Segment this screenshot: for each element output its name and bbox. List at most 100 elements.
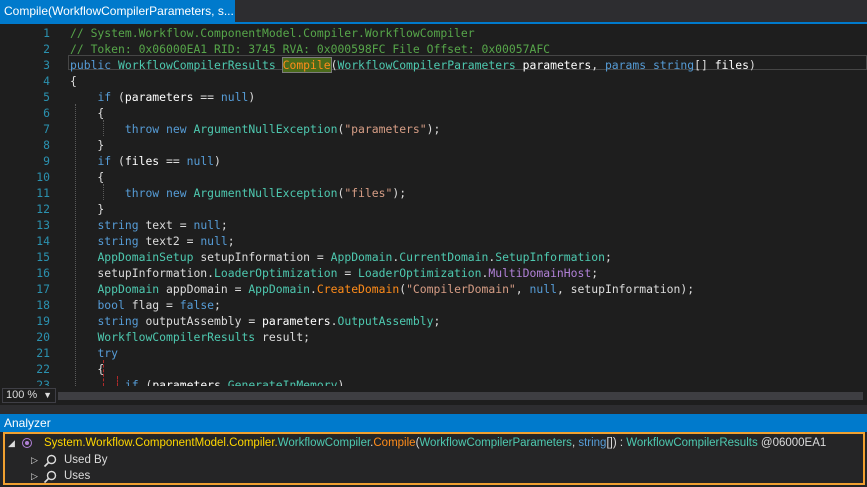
code-line[interactable]: 8 } xyxy=(0,137,867,153)
line-number: 3 xyxy=(43,58,50,72)
code-line[interactable]: 12 } xyxy=(0,201,867,217)
code-line[interactable]: 18 bool flag = false; xyxy=(0,297,867,313)
code-token: if xyxy=(124,378,146,386)
line-number: 10 xyxy=(36,170,50,184)
collapsed-triangle-icon[interactable]: ▷ xyxy=(31,452,38,468)
code-token: // System.Workflow.ComponentModel.Compil… xyxy=(70,26,475,40)
analyzer-tree[interactable]: ◢ System.Workflow.ComponentModel.Compile… xyxy=(3,432,865,485)
code-token: appDomain = xyxy=(166,282,249,296)
code-token: null xyxy=(186,154,215,168)
code-line[interactable]: 7 throw new ArgumentNullException("param… xyxy=(0,121,867,137)
code-token: // Token: 0x06000EA1 RID: 3745 RVA: 0x00… xyxy=(70,42,551,56)
code-line[interactable]: 1 // System.Workflow.ComponentModel.Compi… xyxy=(0,25,867,41)
code-token: GenerateInMemory xyxy=(227,378,338,386)
code-text: setupInformation.LoaderOptimization = Lo… xyxy=(70,265,598,281)
code-token: AppDomainSetup xyxy=(97,250,201,264)
horizontal-scrollbar[interactable] xyxy=(58,392,863,400)
code-token: ) xyxy=(214,154,221,168)
code-token: , setupInformation); xyxy=(556,282,695,296)
code-token: } xyxy=(70,202,105,216)
code-token: == xyxy=(159,154,187,168)
line-number: 14 xyxy=(36,234,50,248)
code-token: { xyxy=(70,106,105,120)
code-line[interactable]: 17 AppDomain appDomain = AppDomain.Creat… xyxy=(0,281,867,297)
line-number: 13 xyxy=(36,218,50,232)
code-line[interactable]: 4{ xyxy=(0,73,867,89)
code-line[interactable]: 9 if (files == null) xyxy=(0,153,867,169)
code-line[interactable]: 13 string text = null; xyxy=(0,217,867,233)
code-token: throw new xyxy=(124,122,194,136)
code-line[interactable]: 19 string outputAssembly = parameters.Ou… xyxy=(0,313,867,329)
code-token: WorkflowCompilerResults xyxy=(118,58,283,72)
code-line[interactable]: 23 if (parameters.GenerateInMemory) xyxy=(0,377,867,386)
code-token: params string xyxy=(604,58,695,72)
code-token: string xyxy=(97,218,146,232)
line-number: 7 xyxy=(43,122,50,136)
line-number: 12 xyxy=(36,202,50,216)
root-token: @06000EA1 xyxy=(757,437,827,449)
method-icon xyxy=(22,438,32,448)
code-editor[interactable]: 1 // System.Workflow.ComponentModel.Compi… xyxy=(0,24,867,386)
code-line[interactable]: 20 WorkflowCompilerResults result; xyxy=(0,329,867,345)
code-token: setupInformation. xyxy=(70,266,215,280)
code-token: LoaderOptimization xyxy=(358,266,482,280)
line-number: 5 xyxy=(43,90,50,104)
code-line[interactable]: 16 setupInformation.LoaderOptimization =… xyxy=(0,265,867,281)
code-line[interactable]: 6 { xyxy=(0,105,867,121)
tab-compile[interactable]: Compile(WorkflowCompilerParameters, s... xyxy=(0,0,235,22)
code-line[interactable]: 10 { xyxy=(0,169,867,185)
root-param-2: string xyxy=(578,437,607,449)
code-token: public xyxy=(70,58,119,72)
code-text: WorkflowCompilerResults result; xyxy=(70,329,310,345)
code-text: string text = null; xyxy=(70,217,227,233)
code-line[interactable]: 21 try xyxy=(0,345,867,361)
line-number: 18 xyxy=(36,298,50,312)
code-token: if xyxy=(97,154,119,168)
code-text: throw new ArgumentNullException("paramet… xyxy=(70,121,440,137)
code-line[interactable]: 14 string text2 = null; xyxy=(0,233,867,249)
expanded-triangle-icon[interactable]: ◢ xyxy=(8,435,15,451)
code-token: ; xyxy=(591,266,599,280)
code-token: setupInformation = xyxy=(200,250,331,264)
code-line[interactable]: 15 AppDomainSetup setupInformation = App… xyxy=(0,249,867,265)
code-token: , xyxy=(515,282,530,296)
code-token: WorkflowCompilerResults xyxy=(97,330,263,344)
code-token: OutputAssembly xyxy=(337,314,434,328)
document-tab-strip: Compile(WorkflowCompilerParameters, s... xyxy=(0,0,867,22)
code-text: { xyxy=(70,73,77,89)
code-token: , xyxy=(591,58,605,72)
code-token: if xyxy=(97,90,119,104)
root-return-type: WorkflowCompilerResults xyxy=(626,437,758,449)
code-line[interactable]: 22 { xyxy=(0,361,867,377)
code-line[interactable]: 2 // Token: 0x06000EA1 RID: 3745 RVA: 0x0… xyxy=(0,41,867,57)
code-token: string xyxy=(97,234,146,248)
line-number: 6 xyxy=(43,106,50,120)
code-line[interactable]: 5 if (parameters == null) xyxy=(0,89,867,105)
panel-splitter[interactable] xyxy=(0,405,867,414)
root-namespace: System.Workflow.ComponentModel.Compiler. xyxy=(44,437,278,449)
zoom-select[interactable]: 100 % ▼ xyxy=(2,388,56,403)
code-text: string outputAssembly = parameters.Outpu… xyxy=(70,313,440,329)
collapsed-triangle-icon[interactable]: ▷ xyxy=(31,468,38,484)
line-number: 15 xyxy=(36,250,50,264)
code-token: ArgumentNullException xyxy=(193,186,338,200)
analyzer-panel-title: Analyzer xyxy=(0,414,867,432)
code-token: ); xyxy=(426,122,441,136)
code-token: parameters xyxy=(262,314,331,328)
code-line[interactable]: 3 public WorkflowCompilerResults Compile(… xyxy=(0,57,867,73)
code-line[interactable]: 11 throw new ArgumentNullException("file… xyxy=(0,185,867,201)
code-token: string xyxy=(97,314,146,328)
code-token: false xyxy=(179,298,215,312)
root-type: WorkflowCompiler xyxy=(277,437,371,449)
code-token: flag = xyxy=(131,298,180,312)
line-number: 20 xyxy=(36,330,50,344)
code-token: LoaderOptimization xyxy=(214,266,338,280)
code-token: parameters xyxy=(522,58,592,72)
code-token: null xyxy=(220,90,249,104)
